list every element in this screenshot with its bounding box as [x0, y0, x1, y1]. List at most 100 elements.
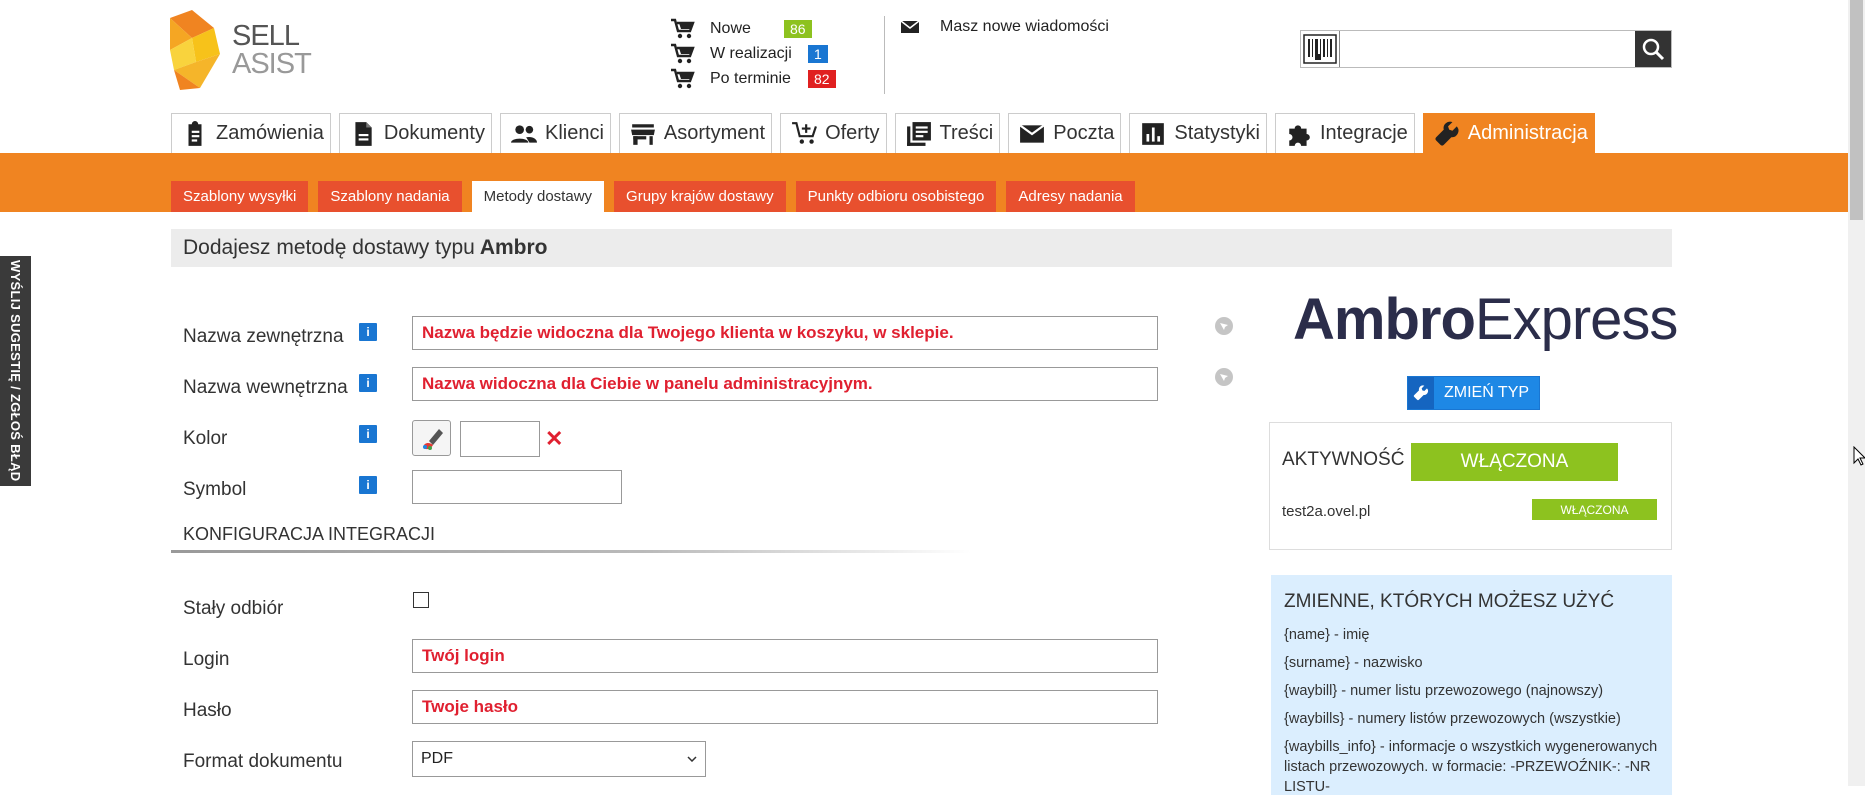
status-new-count: 86 — [784, 20, 812, 38]
carrier-logo: AmbroExpress — [1293, 286, 1679, 353]
nav-tab-dokumenty[interactable]: Dokumenty — [338, 113, 492, 153]
variable-item: {waybill} - numer listu przewozowego (na… — [1284, 683, 1604, 699]
symbol-input[interactable] — [412, 470, 622, 504]
color-value-input[interactable] — [460, 421, 540, 457]
sellasist-logo-mark[interactable] — [170, 10, 222, 90]
external-name-label: Nazwa zewnętrzna — [183, 326, 344, 347]
subnav-tab-szablony-wysylki[interactable]: Szablony wysyłki — [171, 181, 309, 212]
carrier-logo-bold: Ambro — [1293, 287, 1476, 352]
document-icon — [355, 121, 372, 146]
library-icon — [906, 121, 931, 146]
messages-link[interactable]: Masz nowe wiadomości — [900, 18, 1109, 36]
variables-title: ZMIENNE, KTÓRYCH MOŻESZ UŻYĆ — [1284, 591, 1615, 612]
carrier-logo-light: Express — [1474, 287, 1679, 352]
clear-color-icon[interactable]: ✕ — [545, 426, 563, 452]
store-icon — [630, 123, 655, 145]
nav-tab-label: Zamówienia — [216, 122, 324, 144]
variables-box: ZMIENNE, KTÓRYCH MOŻESZ UŻYĆ {name} - im… — [1271, 575, 1672, 795]
password-label: Hasło — [183, 700, 232, 721]
status-overdue[interactable]: Po terminie 82 — [670, 68, 836, 90]
subnav-tab-metody-dostawy[interactable]: Metody dostawy — [471, 181, 605, 212]
mail-icon — [1019, 123, 1045, 143]
nav-tab-klienci[interactable]: Klienci — [499, 113, 611, 153]
nav-tab-administracja[interactable]: Administracja — [1422, 113, 1595, 153]
search-input[interactable] — [1339, 31, 1635, 67]
status-in-progress[interactable]: W realizacji 1 — [670, 43, 828, 65]
cart-icon — [671, 68, 695, 89]
feedback-side-tab[interactable]: WYŚLIJ SUGESTIĘ / ZGŁOŚ BŁĄD — [0, 256, 31, 486]
search-box — [1300, 30, 1672, 68]
subnav-tab-adresy-nadania[interactable]: Adresy nadania — [1006, 181, 1135, 212]
status-overdue-label: Po terminie — [710, 70, 791, 87]
info-icon[interactable]: i — [359, 323, 377, 341]
puzzle-icon — [1289, 124, 1310, 146]
document-format-value: PDF — [421, 750, 453, 767]
nav-tab-asortyment[interactable]: Asortyment — [618, 113, 773, 153]
nav-tab-label: Poczta — [1053, 122, 1115, 144]
wrench-icon — [1435, 121, 1459, 146]
search-button[interactable] — [1635, 31, 1671, 67]
messages-text: Masz nowe wiadomości — [940, 18, 1109, 35]
variable-item: {surname} - nazwisko — [1284, 655, 1423, 671]
logo-line-1: SELL — [232, 20, 300, 52]
page-header: Dodajesz metodę dostawy typu Ambro — [171, 229, 1672, 267]
password-input[interactable]: Twoje hasło — [412, 690, 1158, 724]
internal-name-input[interactable]: Nazwa widoczna dla Ciebie w panelu admin… — [412, 367, 1158, 401]
cart-icon — [671, 43, 695, 64]
shop-activity-toggle[interactable]: WŁĄCZONA — [1532, 499, 1657, 520]
section-divider — [171, 550, 971, 553]
document-format-label: Format dokumentu — [183, 751, 343, 772]
status-new-label: Nowe — [710, 20, 751, 37]
logo-line-2: ASIST — [232, 48, 312, 80]
nav-tab-label: Oferty — [825, 122, 880, 144]
translate-pin-icon[interactable] — [1215, 317, 1233, 335]
login-label: Login — [183, 649, 230, 670]
nav-tab-tresci[interactable]: Treści — [894, 113, 1001, 153]
search-icon — [1642, 38, 1665, 61]
external-name-input[interactable]: Nazwa będzie widoczna dla Twojego klient… — [412, 316, 1158, 350]
document-format-select[interactable]: PDF — [412, 741, 706, 777]
color-label: Kolor — [183, 428, 228, 449]
variable-item: {waybills} - numery listów przewozowych … — [1284, 711, 1621, 727]
shop-domain: test2a.ovel.pl — [1282, 503, 1371, 520]
info-icon[interactable]: i — [359, 476, 377, 494]
activity-label: AKTYWNOŚĆ — [1282, 449, 1405, 470]
delivery-type-name: Ambro — [479, 236, 548, 259]
nav-tab-integracje[interactable]: Integracje — [1274, 113, 1415, 153]
fixed-pickup-checkbox[interactable] — [413, 592, 429, 608]
variable-item: {waybills_info} - informacje o wszystkic… — [1284, 739, 1658, 795]
nav-tab-label: Asortyment — [663, 122, 766, 144]
status-in-progress-count: 1 — [808, 45, 828, 63]
translate-pin-icon[interactable] — [1215, 368, 1233, 386]
nav-tab-poczta[interactable]: Poczta — [1008, 113, 1122, 153]
change-type-button[interactable]: ZMIEŃ TYP — [1407, 376, 1541, 410]
info-icon[interactable]: i — [359, 425, 377, 443]
clipboard-icon — [188, 120, 202, 146]
barcode-icon[interactable] — [1301, 31, 1339, 67]
status-overdue-count: 82 — [808, 70, 836, 88]
header-divider — [884, 16, 885, 94]
integration-config-title: KONFIGURACJA INTEGRACJI — [171, 524, 941, 551]
color-picker-button[interactable] — [412, 420, 451, 456]
subnav-tab-punkty-odbioru[interactable]: Punkty odbioru osobistego — [795, 181, 997, 212]
nav-tab-statystyki[interactable]: Statystyki — [1129, 113, 1267, 153]
activity-toggle[interactable]: WŁĄCZONA — [1411, 443, 1618, 481]
variable-item: {name} - imię — [1284, 627, 1370, 643]
people-icon — [510, 124, 537, 143]
activity-box — [1269, 422, 1672, 550]
sellasist-logo-text[interactable]: SELL ASIST — [232, 20, 312, 80]
info-icon[interactable]: i — [359, 374, 377, 392]
nav-tab-oferty[interactable]: Oferty — [780, 113, 887, 153]
chevron-down-icon — [687, 756, 697, 762]
nav-tab-label: Integracje — [1319, 122, 1408, 144]
chart-icon — [1142, 122, 1165, 145]
nav-tab-label: Administracja — [1467, 122, 1588, 144]
nav-tab-label: Klienci — [544, 122, 604, 144]
nav-tab-zamowienia[interactable]: Zamówienia — [171, 113, 331, 153]
subnav-tab-szablony-nadania[interactable]: Szablony nadania — [318, 181, 462, 212]
login-input[interactable]: Twój login — [412, 639, 1158, 673]
scrollbar-thumb[interactable] — [1850, 0, 1863, 220]
status-new[interactable]: Nowe 86 — [670, 18, 812, 40]
internal-name-label: Nazwa wewnętrzna — [183, 377, 348, 398]
subnav-tab-grupy-krajow[interactable]: Grupy krajów dostawy — [614, 181, 786, 212]
